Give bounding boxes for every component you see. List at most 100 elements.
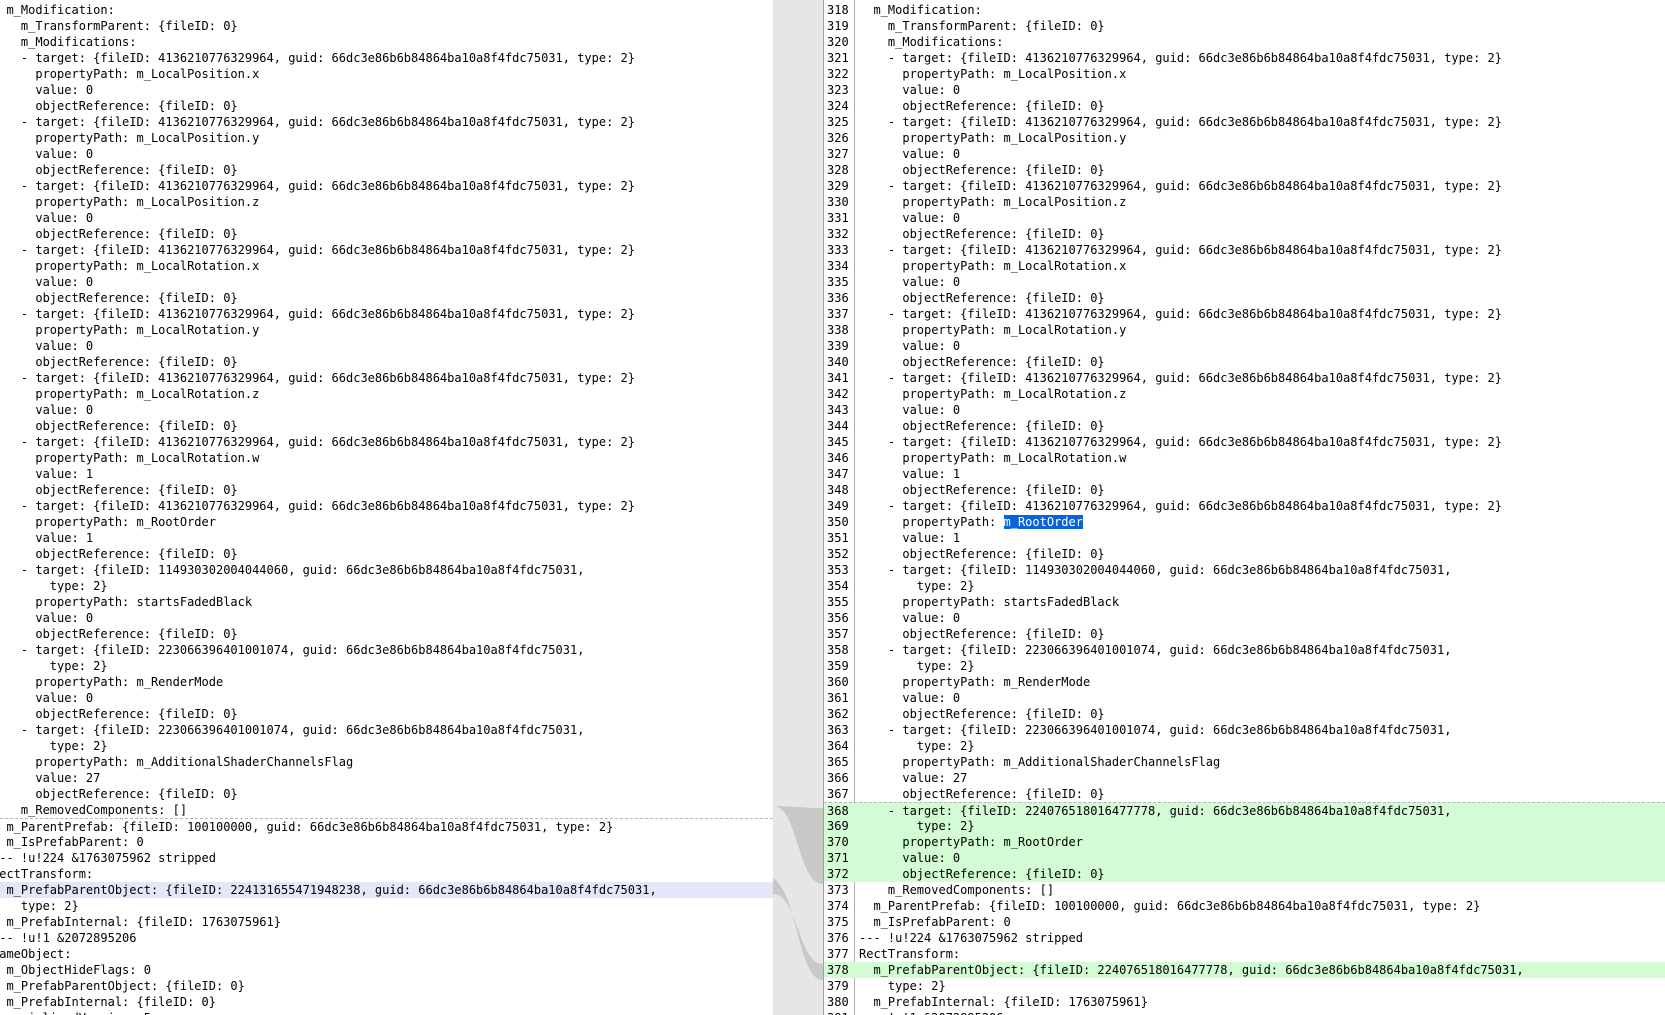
left-code-line[interactable]: type: 2} — [0, 658, 773, 674]
right-code-line[interactable]: 323 value: 0 — [824, 82, 1665, 98]
left-code-line[interactable]: objectReference: {fileID: 0} — [0, 482, 773, 498]
right-code-line[interactable]: 377 RectTransform: — [824, 946, 1665, 962]
right-code-line[interactable]: 367 objectReference: {fileID: 0} — [824, 786, 1665, 802]
left-code-line[interactable]: m_PrefabParentObject: {fileID: 224131655… — [0, 882, 773, 898]
right-code-line[interactable]: 366 value: 27 — [824, 770, 1665, 786]
right-code-line[interactable]: 332 objectReference: {fileID: 0} — [824, 226, 1665, 242]
right-code-line[interactable]: 331 value: 0 — [824, 210, 1665, 226]
left-code-line[interactable]: m_TransformParent: {fileID: 0} — [0, 18, 773, 34]
right-code-line[interactable]: 328 objectReference: {fileID: 0} — [824, 162, 1665, 178]
right-code-line[interactable]: 357 objectReference: {fileID: 0} — [824, 626, 1665, 642]
right-code-line[interactable]: 346 propertyPath: m_LocalRotation.w — [824, 450, 1665, 466]
right-code-line[interactable]: 370 propertyPath: m_RootOrder — [824, 834, 1665, 850]
left-code-line[interactable]: GameObject: — [0, 946, 773, 962]
left-code-line[interactable]: - target: {fileID: 4136210776329964, gui… — [0, 498, 773, 514]
right-code-line[interactable]: 330 propertyPath: m_LocalPosition.z — [824, 194, 1665, 210]
right-code-line[interactable]: 341 - target: {fileID: 4136210776329964,… — [824, 370, 1665, 386]
right-code-line[interactable]: 325 - target: {fileID: 4136210776329964,… — [824, 114, 1665, 130]
left-code-line[interactable]: propertyPath: m_LocalPosition.x — [0, 66, 773, 82]
right-code-line[interactable]: 337 - target: {fileID: 4136210776329964,… — [824, 306, 1665, 322]
right-code-line[interactable]: 343 value: 0 — [824, 402, 1665, 418]
left-code-line[interactable]: propertyPath: m_LocalRotation.w — [0, 450, 773, 466]
right-code-line[interactable]: 340 objectReference: {fileID: 0} — [824, 354, 1665, 370]
right-code-line[interactable]: 321 - target: {fileID: 4136210776329964,… — [824, 50, 1665, 66]
left-code-line[interactable]: objectReference: {fileID: 0} — [0, 290, 773, 306]
left-code-line[interactable]: value: 0 — [0, 610, 773, 626]
left-code-line[interactable]: m_PrefabInternal: {fileID: 0} — [0, 994, 773, 1010]
left-code-line[interactable]: objectReference: {fileID: 0} — [0, 226, 773, 242]
right-code-line[interactable]: 361 value: 0 — [824, 690, 1665, 706]
right-code-line[interactable]: 362 objectReference: {fileID: 0} — [824, 706, 1665, 722]
left-code-line[interactable]: value: 27 — [0, 770, 773, 786]
left-code-line[interactable]: propertyPath: m_RenderMode — [0, 674, 773, 690]
right-code-line[interactable]: 360 propertyPath: m_RenderMode — [824, 674, 1665, 690]
right-code-line[interactable]: 371 value: 0 — [824, 850, 1665, 866]
left-code-line[interactable]: - target: {fileID: 223066396401001074, g… — [0, 642, 773, 658]
left-code-line[interactable]: propertyPath: m_LocalPosition.z — [0, 194, 773, 210]
right-code-line[interactable]: 372 objectReference: {fileID: 0} — [824, 866, 1665, 882]
right-code-line[interactable]: 324 objectReference: {fileID: 0} — [824, 98, 1665, 114]
left-code-line[interactable]: value: 1 — [0, 466, 773, 482]
left-code-line[interactable]: propertyPath: m_LocalRotation.y — [0, 322, 773, 338]
right-code-line[interactable]: 351 value: 1 — [824, 530, 1665, 546]
left-code-line[interactable]: --- !u!1 &2072895206 — [0, 930, 773, 946]
right-code-line[interactable]: 381 --- !u!1 &2072895206 — [824, 1010, 1665, 1015]
right-code-line[interactable]: 326 propertyPath: m_LocalPosition.y — [824, 130, 1665, 146]
right-code-line[interactable]: 352 objectReference: {fileID: 0} — [824, 546, 1665, 562]
left-code-line[interactable]: value: 0 — [0, 338, 773, 354]
right-code-line[interactable]: 345 - target: {fileID: 4136210776329964,… — [824, 434, 1665, 450]
right-code-line[interactable]: 336 objectReference: {fileID: 0} — [824, 290, 1665, 306]
left-code-line[interactable]: - target: {fileID: 4136210776329964, gui… — [0, 50, 773, 66]
left-code-line[interactable]: objectReference: {fileID: 0} — [0, 98, 773, 114]
right-code-line[interactable]: 363 - target: {fileID: 22306639640100107… — [824, 722, 1665, 738]
right-code-line[interactable]: 373 m_RemovedComponents: [] — [824, 882, 1665, 898]
right-code-line[interactable]: 358 - target: {fileID: 22306639640100107… — [824, 642, 1665, 658]
right-file-pane[interactable]: 318 m_Modification: 319 m_TransformParent… — [823, 0, 1665, 1015]
right-code-line[interactable]: 342 propertyPath: m_LocalRotation.z — [824, 386, 1665, 402]
left-code-line[interactable]: value: 0 — [0, 274, 773, 290]
left-code-line[interactable]: serializedVersion: 5 — [0, 1010, 773, 1015]
left-code-line[interactable]: objectReference: {fileID: 0} — [0, 162, 773, 178]
left-code-line[interactable]: propertyPath: m_LocalPosition.y — [0, 130, 773, 146]
right-code-line[interactable]: 320 m_Modifications: — [824, 34, 1665, 50]
left-file-pane[interactable]: m_Modification: m_TransformParent: {file… — [0, 0, 773, 1015]
left-code-line[interactable]: - target: {fileID: 4136210776329964, gui… — [0, 242, 773, 258]
left-code-line[interactable]: m_Modification: — [0, 2, 773, 18]
right-code-line[interactable]: 376 --- !u!224 &1763075962 stripped — [824, 930, 1665, 946]
left-code-line[interactable]: objectReference: {fileID: 0} — [0, 354, 773, 370]
left-code-line[interactable]: - target: {fileID: 4136210776329964, gui… — [0, 434, 773, 450]
right-code-line[interactable]: 374 m_ParentPrefab: {fileID: 100100000, … — [824, 898, 1665, 914]
left-code-line[interactable]: propertyPath: startsFadedBlack — [0, 594, 773, 610]
left-code-line[interactable]: m_RemovedComponents: [] — [0, 802, 773, 818]
left-code-line[interactable]: objectReference: {fileID: 0} — [0, 418, 773, 434]
left-code-line[interactable]: propertyPath: m_RootOrder — [0, 514, 773, 530]
right-code-line[interactable]: 378 m_PrefabParentObject: {fileID: 22407… — [824, 962, 1665, 978]
left-code-line[interactable]: m_ParentPrefab: {fileID: 100100000, guid… — [0, 818, 773, 835]
right-code-line[interactable]: 344 objectReference: {fileID: 0} — [824, 418, 1665, 434]
right-code-line[interactable]: 356 value: 0 — [824, 610, 1665, 626]
left-code-line[interactable]: - target: {fileID: 4136210776329964, gui… — [0, 178, 773, 194]
right-code-line[interactable]: 359 type: 2} — [824, 658, 1665, 674]
left-code-line[interactable]: RectTransform: — [0, 866, 773, 882]
left-code-line[interactable]: propertyPath: m_AdditionalShaderChannels… — [0, 754, 773, 770]
left-code-line[interactable]: - target: {fileID: 114930302004044060, g… — [0, 562, 773, 578]
left-code-line[interactable]: - target: {fileID: 4136210776329964, gui… — [0, 306, 773, 322]
left-code-line[interactable]: value: 0 — [0, 690, 773, 706]
left-code-line[interactable]: objectReference: {fileID: 0} — [0, 626, 773, 642]
right-code-line[interactable]: 329 - target: {fileID: 4136210776329964,… — [824, 178, 1665, 194]
left-code-line[interactable]: m_ObjectHideFlags: 0 — [0, 962, 773, 978]
left-code-line[interactable]: m_PrefabParentObject: {fileID: 0} — [0, 978, 773, 994]
right-code-line[interactable]: 350 propertyPath: m_RootOrder — [824, 514, 1665, 530]
left-code-line[interactable]: propertyPath: m_LocalRotation.z — [0, 386, 773, 402]
right-code-line[interactable]: 335 value: 0 — [824, 274, 1665, 290]
left-code-line[interactable]: value: 0 — [0, 402, 773, 418]
left-code-line[interactable]: type: 2} — [0, 898, 773, 914]
left-code-line[interactable]: - target: {fileID: 4136210776329964, gui… — [0, 114, 773, 130]
left-code-line[interactable]: value: 0 — [0, 210, 773, 226]
left-code-line[interactable]: objectReference: {fileID: 0} — [0, 786, 773, 802]
left-code-line[interactable]: objectReference: {fileID: 0} — [0, 546, 773, 562]
right-code-line[interactable]: 322 propertyPath: m_LocalPosition.x — [824, 66, 1665, 82]
right-code-line[interactable]: 348 objectReference: {fileID: 0} — [824, 482, 1665, 498]
right-code-line[interactable]: 354 type: 2} — [824, 578, 1665, 594]
right-code-line[interactable]: 355 propertyPath: startsFadedBlack — [824, 594, 1665, 610]
